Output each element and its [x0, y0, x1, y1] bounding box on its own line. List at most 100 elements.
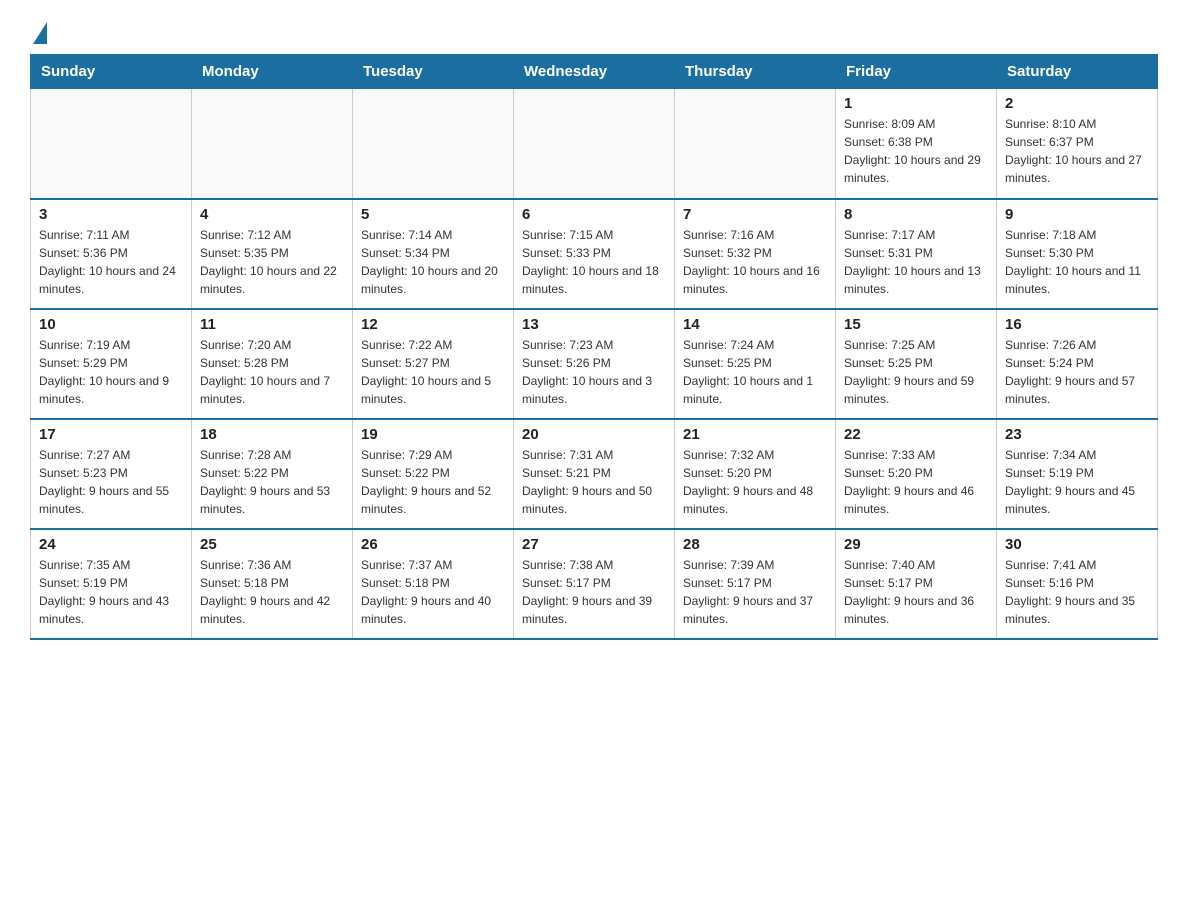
- day-info: Sunrise: 7:22 AM Sunset: 5:27 PM Dayligh…: [361, 336, 505, 408]
- day-number: 14: [683, 316, 827, 333]
- day-number: 30: [1005, 536, 1149, 553]
- calendar-cell: 1Sunrise: 8:09 AM Sunset: 6:38 PM Daylig…: [836, 89, 997, 199]
- day-info: Sunrise: 8:10 AM Sunset: 6:37 PM Dayligh…: [1005, 115, 1149, 187]
- day-info: Sunrise: 7:32 AM Sunset: 5:20 PM Dayligh…: [683, 446, 827, 518]
- day-info: Sunrise: 7:27 AM Sunset: 5:23 PM Dayligh…: [39, 446, 183, 518]
- calendar-cell: 12 Sunrise: 7:22 AM Sunset: 5:27 PM Dayli…: [353, 309, 514, 419]
- calendar-cell: 9 Sunrise: 7:18 AM Sunset: 5:30 PM Daylig…: [997, 199, 1158, 309]
- day-info: Sunrise: 7:19 AM Sunset: 5:29 PM Dayligh…: [39, 336, 183, 408]
- column-header-thursday: Thursday: [675, 55, 836, 89]
- day-info: Sunrise: 7:35 AM Sunset: 5:19 PM Dayligh…: [39, 556, 183, 628]
- day-number: 3: [39, 206, 183, 223]
- day-info: Sunrise: 7:17 AM Sunset: 5:31 PM Dayligh…: [844, 226, 988, 298]
- day-info: Sunrise: 7:15 AM Sunset: 5:33 PM Dayligh…: [522, 226, 666, 298]
- day-info: Sunrise: 7:14 AM Sunset: 5:34 PM Dayligh…: [361, 226, 505, 298]
- calendar-cell: 23 Sunrise: 7:34 AM Sunset: 5:19 PM Dayli…: [997, 419, 1158, 529]
- day-info: Sunrise: 7:12 AM Sunset: 5:35 PM Dayligh…: [200, 226, 344, 298]
- day-info: Sunrise: 7:25 AM Sunset: 5:25 PM Dayligh…: [844, 336, 988, 408]
- day-info: Sunrise: 7:16 AM Sunset: 5:32 PM Dayligh…: [683, 226, 827, 298]
- column-header-monday: Monday: [192, 55, 353, 89]
- calendar-cell: 7 Sunrise: 7:16 AM Sunset: 5:32 PM Daylig…: [675, 199, 836, 309]
- day-info: Sunrise: 7:11 AM Sunset: 5:36 PM Dayligh…: [39, 226, 183, 298]
- day-number: 23: [1005, 426, 1149, 443]
- calendar-cell: 14Sunrise: 7:24 AM Sunset: 5:25 PM Dayli…: [675, 309, 836, 419]
- day-info: Sunrise: 7:38 AM Sunset: 5:17 PM Dayligh…: [522, 556, 666, 628]
- calendar-cell: 3 Sunrise: 7:11 AM Sunset: 5:36 PM Daylig…: [31, 199, 192, 309]
- day-number: 21: [683, 426, 827, 443]
- day-info: Sunrise: 7:18 AM Sunset: 5:30 PM Dayligh…: [1005, 226, 1149, 298]
- day-number: 18: [200, 426, 344, 443]
- day-info: Sunrise: 7:36 AM Sunset: 5:18 PM Dayligh…: [200, 556, 344, 628]
- day-number: 12: [361, 316, 505, 333]
- calendar-cell: 13Sunrise: 7:23 AM Sunset: 5:26 PM Dayli…: [514, 309, 675, 419]
- day-number: 27: [522, 536, 666, 553]
- calendar-cell: 4 Sunrise: 7:12 AM Sunset: 5:35 PM Daylig…: [192, 199, 353, 309]
- column-header-friday: Friday: [836, 55, 997, 89]
- day-number: 10: [39, 316, 183, 333]
- day-info: Sunrise: 7:33 AM Sunset: 5:20 PM Dayligh…: [844, 446, 988, 518]
- calendar-cell: 28 Sunrise: 7:39 AM Sunset: 5:17 PM Dayli…: [675, 529, 836, 639]
- day-number: 1: [844, 95, 988, 112]
- calendar-table: SundayMondayTuesdayWednesdayThursdayFrid…: [30, 54, 1158, 640]
- day-number: 19: [361, 426, 505, 443]
- calendar-cell: 15 Sunrise: 7:25 AM Sunset: 5:25 PM Dayli…: [836, 309, 997, 419]
- column-header-saturday: Saturday: [997, 55, 1158, 89]
- day-number: 4: [200, 206, 344, 223]
- calendar-cell: 16 Sunrise: 7:26 AM Sunset: 5:24 PM Dayli…: [997, 309, 1158, 419]
- day-number: 15: [844, 316, 988, 333]
- column-header-tuesday: Tuesday: [353, 55, 514, 89]
- column-header-wednesday: Wednesday: [514, 55, 675, 89]
- day-number: 28: [683, 536, 827, 553]
- calendar-cell: 6Sunrise: 7:15 AM Sunset: 5:33 PM Daylig…: [514, 199, 675, 309]
- calendar-cell: 24 Sunrise: 7:35 AM Sunset: 5:19 PM Dayli…: [31, 529, 192, 639]
- calendar-cell: 26Sunrise: 7:37 AM Sunset: 5:18 PM Dayli…: [353, 529, 514, 639]
- calendar-cell: [192, 89, 353, 199]
- calendar-cell: 2 Sunrise: 8:10 AM Sunset: 6:37 PM Daylig…: [997, 89, 1158, 199]
- day-info: Sunrise: 7:34 AM Sunset: 5:19 PM Dayligh…: [1005, 446, 1149, 518]
- day-number: 29: [844, 536, 988, 553]
- day-number: 22: [844, 426, 988, 443]
- day-number: 2: [1005, 95, 1149, 112]
- day-number: 16: [1005, 316, 1149, 333]
- calendar-cell: 10 Sunrise: 7:19 AM Sunset: 5:29 PM Dayli…: [31, 309, 192, 419]
- day-number: 24: [39, 536, 183, 553]
- day-info: Sunrise: 7:40 AM Sunset: 5:17 PM Dayligh…: [844, 556, 988, 628]
- calendar-cell: 30 Sunrise: 7:41 AM Sunset: 5:16 PM Dayli…: [997, 529, 1158, 639]
- calendar-header-row: SundayMondayTuesdayWednesdayThursdayFrid…: [31, 55, 1158, 89]
- day-info: Sunrise: 7:28 AM Sunset: 5:22 PM Dayligh…: [200, 446, 344, 518]
- page-header: [30, 20, 1158, 44]
- calendar-cell: [353, 89, 514, 199]
- day-info: Sunrise: 7:26 AM Sunset: 5:24 PM Dayligh…: [1005, 336, 1149, 408]
- calendar-week-row: 17Sunrise: 7:27 AM Sunset: 5:23 PM Dayli…: [31, 419, 1158, 529]
- day-info: Sunrise: 7:29 AM Sunset: 5:22 PM Dayligh…: [361, 446, 505, 518]
- calendar-week-row: 3 Sunrise: 7:11 AM Sunset: 5:36 PM Daylig…: [31, 199, 1158, 309]
- day-number: 13: [522, 316, 666, 333]
- calendar-cell: [675, 89, 836, 199]
- calendar-cell: 20 Sunrise: 7:31 AM Sunset: 5:21 PM Dayli…: [514, 419, 675, 529]
- logo: [30, 20, 47, 44]
- day-number: 8: [844, 206, 988, 223]
- calendar-week-row: 24 Sunrise: 7:35 AM Sunset: 5:19 PM Dayli…: [31, 529, 1158, 639]
- calendar-cell: 22 Sunrise: 7:33 AM Sunset: 5:20 PM Dayli…: [836, 419, 997, 529]
- column-header-sunday: Sunday: [31, 55, 192, 89]
- calendar-week-row: 10 Sunrise: 7:19 AM Sunset: 5:29 PM Dayli…: [31, 309, 1158, 419]
- calendar-cell: 29 Sunrise: 7:40 AM Sunset: 5:17 PM Dayli…: [836, 529, 997, 639]
- day-number: 26: [361, 536, 505, 553]
- calendar-cell: 19 Sunrise: 7:29 AM Sunset: 5:22 PM Dayli…: [353, 419, 514, 529]
- day-info: Sunrise: 7:41 AM Sunset: 5:16 PM Dayligh…: [1005, 556, 1149, 628]
- logo-triangle-icon: [33, 22, 47, 44]
- calendar-cell: 5Sunrise: 7:14 AM Sunset: 5:34 PM Daylig…: [353, 199, 514, 309]
- day-number: 20: [522, 426, 666, 443]
- calendar-week-row: 1Sunrise: 8:09 AM Sunset: 6:38 PM Daylig…: [31, 89, 1158, 199]
- day-info: Sunrise: 7:31 AM Sunset: 5:21 PM Dayligh…: [522, 446, 666, 518]
- calendar-cell: 17Sunrise: 7:27 AM Sunset: 5:23 PM Dayli…: [31, 419, 192, 529]
- day-number: 11: [200, 316, 344, 333]
- calendar-cell: [31, 89, 192, 199]
- day-number: 9: [1005, 206, 1149, 223]
- calendar-cell: 27 Sunrise: 7:38 AM Sunset: 5:17 PM Dayli…: [514, 529, 675, 639]
- day-number: 25: [200, 536, 344, 553]
- day-info: Sunrise: 7:39 AM Sunset: 5:17 PM Dayligh…: [683, 556, 827, 628]
- calendar-cell: 18 Sunrise: 7:28 AM Sunset: 5:22 PM Dayli…: [192, 419, 353, 529]
- day-number: 7: [683, 206, 827, 223]
- calendar-cell: 11Sunrise: 7:20 AM Sunset: 5:28 PM Dayli…: [192, 309, 353, 419]
